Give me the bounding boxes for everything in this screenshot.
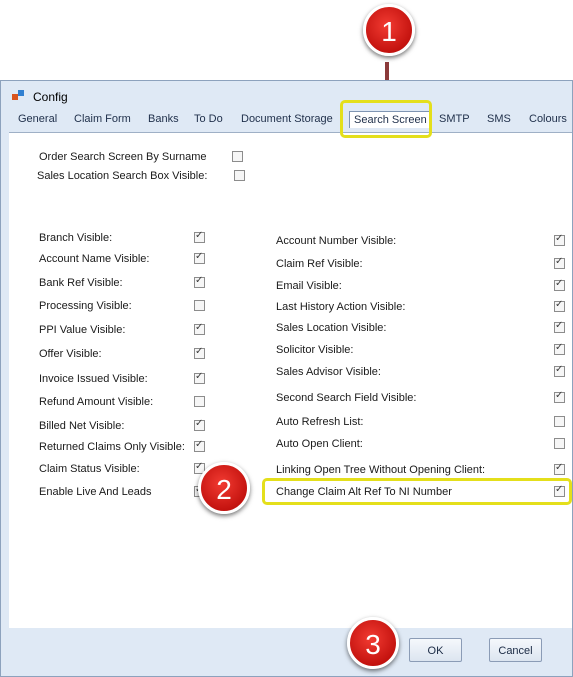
linking-open-tree-checkbox[interactable] [554, 462, 565, 475]
tab-document-storage[interactable]: Document Storage [241, 113, 333, 125]
option-label: Claim Ref Visible: [276, 258, 363, 270]
app-icon [12, 90, 26, 102]
annotation-number: 2 [216, 474, 232, 505]
option-label: Billed Net Visible: [39, 420, 125, 432]
ok-button[interactable]: OK [409, 638, 462, 662]
tab-sms[interactable]: SMS [487, 113, 511, 125]
option-label: Sales Location Visible: [276, 322, 387, 334]
option-label: Sales Location Search Box Visible: [37, 170, 208, 182]
tab-claim-form[interactable]: Claim Form [74, 113, 131, 125]
option-label: Enable Live And Leads [39, 486, 152, 498]
option-label: Claim Status Visible: [39, 463, 140, 475]
ppi-value-visible-checkbox[interactable] [194, 322, 205, 335]
cancel-button[interactable]: Cancel [489, 638, 542, 662]
config-window: Config General Claim Form Banks To Do Do… [0, 80, 573, 677]
annotation-number: 1 [381, 16, 397, 47]
auto-refresh-list-checkbox[interactable] [554, 416, 565, 427]
account-number-visible-checkbox[interactable] [554, 233, 565, 246]
option-label: Last History Action Visible: [276, 301, 406, 313]
billed-net-visible-checkbox[interactable] [194, 418, 205, 431]
bank-ref-visible-checkbox[interactable] [194, 275, 205, 288]
option-label: Invoice Issued Visible: [39, 373, 148, 385]
solicitor-visible-checkbox[interactable] [554, 342, 565, 355]
tab-general[interactable]: General [18, 113, 57, 125]
option-label: Branch Visible: [39, 232, 113, 244]
email-visible-checkbox[interactable] [554, 278, 565, 291]
option-label: PPI Value Visible: [39, 324, 126, 336]
dialog-footer: OK Cancel [9, 628, 572, 676]
returned-claims-only-visible-checkbox[interactable] [194, 439, 205, 452]
sales-location-visible-checkbox[interactable] [554, 320, 565, 333]
branch-visible-checkbox[interactable] [194, 230, 205, 243]
option-label: Offer Visible: [39, 348, 102, 360]
option-label: Solicitor Visible: [276, 344, 354, 356]
option-label: Returned Claims Only Visible: [39, 441, 185, 453]
search-screen-panel: Order Search Screen By Surname Sales Loc… [9, 132, 572, 629]
option-label: Bank Ref Visible: [39, 277, 123, 289]
sales-advisor-visible-checkbox[interactable] [554, 364, 565, 377]
search-screen-tab-highlight [340, 100, 432, 138]
tab-smtp[interactable]: SMTP [439, 113, 470, 125]
tab-strip: General Claim Form Banks To Do Document … [9, 110, 572, 132]
auto-open-client-checkbox[interactable] [554, 438, 565, 449]
option-label: Refund Amount Visible: [39, 396, 154, 408]
annotation-marker-3: 3 [347, 617, 399, 669]
title-bar: Config [1, 81, 572, 109]
account-name-visible-checkbox[interactable] [194, 251, 205, 264]
option-label: Order Search Screen By Surname [39, 151, 207, 163]
option-label: Processing Visible: [39, 300, 132, 312]
claim-ref-visible-checkbox[interactable] [554, 256, 565, 269]
change-claim-alt-ref-highlight [262, 478, 572, 505]
annotation-marker-1: 1 [363, 4, 415, 56]
processing-visible-checkbox[interactable] [194, 300, 205, 311]
tab-colours[interactable]: Colours [529, 113, 567, 125]
annotation-number: 3 [365, 629, 381, 660]
option-label: Email Visible: [276, 280, 342, 292]
option-label: Auto Open Client: [276, 438, 363, 450]
option-label: Account Name Visible: [39, 253, 150, 265]
last-history-action-visible-checkbox[interactable] [554, 299, 565, 312]
window-title: Config [33, 90, 68, 104]
option-label: Account Number Visible: [276, 235, 397, 247]
invoice-issued-visible-checkbox[interactable] [194, 371, 205, 384]
offer-visible-checkbox[interactable] [194, 346, 205, 359]
option-label: Linking Open Tree Without Opening Client… [276, 464, 486, 476]
tab-banks[interactable]: Banks [148, 113, 179, 125]
option-label: Sales Advisor Visible: [276, 366, 381, 378]
sales-location-search-box-checkbox[interactable] [234, 170, 245, 181]
order-by-surname-checkbox[interactable] [232, 151, 243, 162]
tab-to-do[interactable]: To Do [194, 113, 223, 125]
second-search-field-visible-checkbox[interactable] [554, 390, 565, 403]
refund-amount-visible-checkbox[interactable] [194, 396, 205, 407]
option-label: Auto Refresh List: [276, 416, 364, 428]
annotation-marker-2: 2 [198, 462, 250, 514]
option-label: Second Search Field Visible: [276, 392, 417, 404]
